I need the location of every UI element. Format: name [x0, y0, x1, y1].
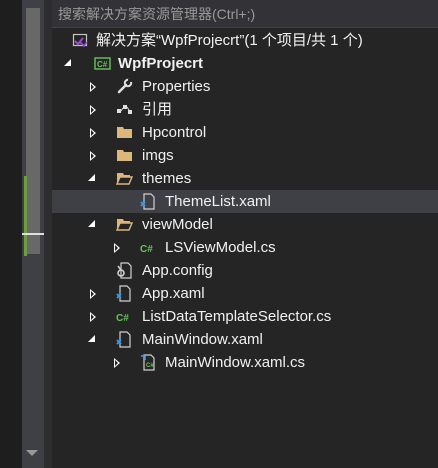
tree-row-solution[interactable]: 解决方案“WpfProjecrt”(1 个项目/共 1 个) — [52, 29, 438, 52]
themelist-label: ThemeList.xaml — [165, 193, 271, 210]
editor-scrollbar-thumb[interactable] — [26, 8, 40, 254]
tree-row-references[interactable]: 引用 — [52, 98, 438, 121]
config-file-icon — [116, 262, 133, 279]
search-box — [52, 0, 438, 28]
references-label: 引用 — [142, 101, 173, 118]
mainwindowcs-label: MainWindow.xaml.cs — [165, 354, 306, 371]
tree-row-themes[interactable]: themes — [52, 167, 438, 190]
project-label: WpfProjecrt — [118, 55, 204, 72]
collapse-arrow-icon[interactable] — [86, 144, 100, 167]
expand-arrow-icon[interactable] — [86, 328, 100, 351]
collapse-arrow-icon[interactable] — [86, 305, 100, 328]
xaml-file-icon — [140, 193, 157, 210]
expand-arrow-icon[interactable] — [62, 52, 76, 75]
xaml-file-icon — [116, 331, 133, 348]
tree-row-selector[interactable]: C# ListDataTemplateSelector.cs — [52, 305, 438, 328]
collapse-arrow-icon[interactable] — [86, 282, 100, 305]
expand-arrow-icon[interactable] — [86, 213, 100, 236]
tree-row-hpcontrol[interactable]: Hpcontrol — [52, 121, 438, 144]
svg-text:C#: C# — [97, 60, 108, 69]
tree-row-project[interactable]: C# WpfProjecrt — [52, 52, 438, 75]
tree-row-imgs[interactable]: imgs — [52, 144, 438, 167]
csharp-file-icon: C# — [140, 239, 157, 256]
appconfig-label: App.config — [142, 262, 213, 279]
solution-icon — [72, 32, 89, 49]
properties-label: Properties — [142, 78, 211, 95]
solution-explorer-window: 解决方案“WpfProjecrt”(1 个项目/共 1 个) C# WpfPro… — [0, 0, 438, 468]
scroll-down-icon[interactable] — [26, 450, 38, 456]
search-input[interactable] — [58, 4, 428, 24]
appxaml-label: App.xaml — [142, 285, 205, 302]
references-icon — [116, 101, 133, 118]
folder-icon — [116, 147, 133, 164]
svg-text:C#: C# — [140, 244, 153, 255]
xaml-file-icon — [116, 285, 133, 302]
open-folder-icon — [115, 216, 134, 233]
solution-explorer-panel: 解决方案“WpfProjecrt”(1 个项目/共 1 个) C# WpfPro… — [52, 0, 438, 468]
tree-row-lsviewmodel[interactable]: C# LSViewModel.cs — [52, 236, 438, 259]
panel-splitter[interactable] — [44, 0, 52, 468]
caret-marker — [22, 233, 44, 235]
tree-row-viewmodel[interactable]: viewModel — [52, 213, 438, 236]
imgs-label: imgs — [142, 147, 174, 164]
code-behind-file-icon: C# — [140, 354, 157, 371]
solution-label: 解决方案“WpfProjecrt”(1 个项目/共 1 个) — [96, 32, 363, 49]
svg-text:C#: C# — [116, 313, 129, 324]
editor-gutter — [0, 0, 22, 468]
viewmodel-label: viewModel — [142, 216, 213, 233]
lsviewmodel-label: LSViewModel.cs — [165, 239, 276, 256]
collapse-arrow-icon[interactable] — [86, 121, 100, 144]
wrench-icon — [116, 78, 133, 95]
tree-row-mainwindow[interactable]: MainWindow.xaml — [52, 328, 438, 351]
themes-label: themes — [142, 170, 192, 187]
svg-text:C#: C# — [146, 363, 154, 369]
expand-arrow-icon[interactable] — [86, 167, 100, 190]
hpcontrol-label: Hpcontrol — [142, 124, 207, 141]
tree-row-appconfig[interactable]: App.config — [52, 259, 438, 282]
folder-icon — [116, 124, 133, 141]
tree-row-appxaml[interactable]: App.xaml — [52, 282, 438, 305]
collapse-arrow-icon[interactable] — [86, 98, 100, 121]
change-marker — [24, 176, 27, 256]
collapse-arrow-icon[interactable] — [110, 236, 124, 259]
tree-row-themelist[interactable]: ThemeList.xaml — [52, 190, 438, 213]
csharp-file-icon: C# — [116, 308, 133, 325]
open-folder-icon — [115, 170, 134, 187]
collapse-arrow-icon[interactable] — [86, 75, 100, 98]
tree-row-properties[interactable]: Properties — [52, 75, 438, 98]
tree-row-mainwindowcs[interactable]: C# MainWindow.xaml.cs — [52, 351, 438, 374]
mainwindow-label: MainWindow.xaml — [142, 331, 263, 348]
selector-label: ListDataTemplateSelector.cs — [142, 308, 332, 325]
csharp-project-icon: C# — [94, 55, 111, 72]
collapse-arrow-icon[interactable] — [110, 351, 124, 374]
